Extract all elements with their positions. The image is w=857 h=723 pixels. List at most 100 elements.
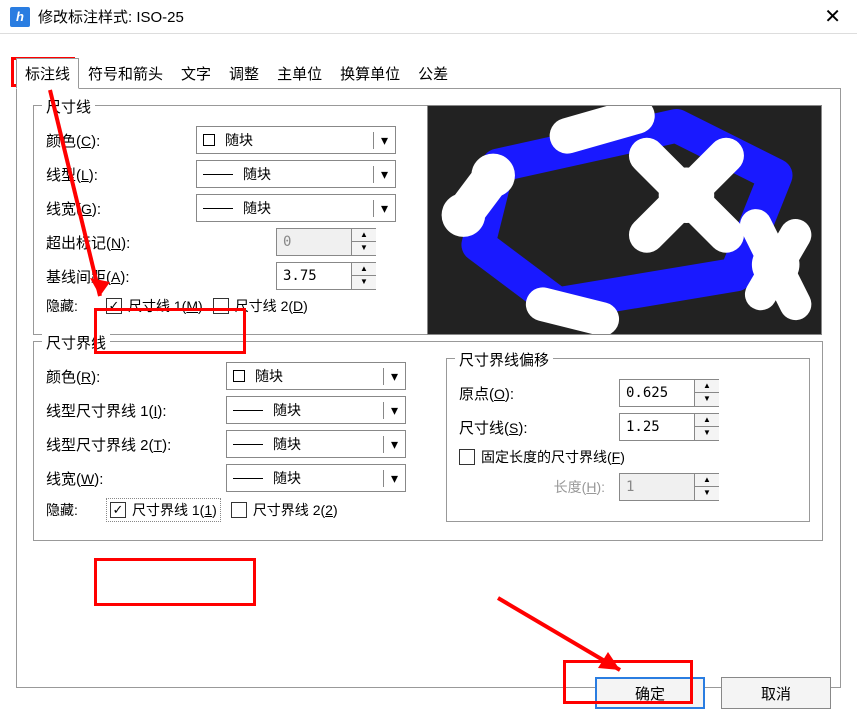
- tab-text[interactable]: 文字: [172, 58, 220, 89]
- spinner-origin-input[interactable]: [620, 380, 694, 406]
- checkbox-extline1[interactable]: 尺寸界线 1(1): [106, 498, 221, 522]
- combo-linetype[interactable]: 随块 ▾: [196, 160, 396, 188]
- checkbox-extline2-label: 尺寸界线 2(2): [253, 500, 338, 520]
- down-icon: ▼: [695, 487, 719, 500]
- combo-extlw[interactable]: 随块 ▾: [226, 464, 406, 492]
- line-icon: [233, 410, 263, 411]
- line-icon: [233, 478, 263, 479]
- combo-extcolor-text: 随块: [251, 366, 383, 386]
- down-icon[interactable]: ▼: [695, 427, 719, 440]
- app-icon: h: [10, 7, 30, 27]
- tab-adjust[interactable]: 调整: [220, 58, 268, 89]
- line-icon: [233, 444, 263, 445]
- titlebar: h 修改标注样式: ISO-25 ✕: [0, 0, 857, 34]
- label-extlt1: 线型尺寸界线 1(I):: [46, 400, 226, 421]
- label-extcolor: 颜色(R):: [46, 366, 226, 387]
- up-icon: ▲: [352, 229, 376, 242]
- checkbox-dimline2[interactable]: 尺寸线 2(D): [213, 296, 308, 316]
- group-offset: 尺寸界线偏移 原点(O): ▲▼ 尺寸线(S): ▲▼: [446, 358, 810, 522]
- combo-extlt1-text: 随块: [269, 400, 383, 420]
- combo-lineweight-text: 随块: [239, 198, 373, 218]
- label-dimline-off: 尺寸线(S):: [459, 417, 619, 438]
- cancel-button[interactable]: 取消: [721, 677, 831, 709]
- tab-symbols[interactable]: 符号和箭头: [79, 58, 172, 89]
- preview-pane: [427, 105, 822, 335]
- label-lineweight: 线宽(G):: [46, 198, 196, 219]
- combo-extlt2-text: 随块: [269, 434, 383, 454]
- checkbox-dimline1[interactable]: 尺寸线 1(M): [106, 296, 203, 316]
- spinner-baseline-input[interactable]: [277, 263, 351, 289]
- legend-extline: 尺寸界线: [42, 332, 110, 353]
- footer: 确定 取消: [595, 677, 831, 709]
- spinner-extend: ▲▼: [276, 228, 376, 256]
- combo-extlt1[interactable]: 随块 ▾: [226, 396, 406, 424]
- label-extend: 超出标记(N):: [46, 232, 196, 253]
- checkbox-icon: [106, 298, 122, 314]
- down-icon: ▼: [352, 242, 376, 255]
- checkbox-extline2[interactable]: 尺寸界线 2(2): [231, 500, 338, 520]
- chevron-down-icon: ▾: [383, 470, 405, 487]
- spinner-dimline-off[interactable]: ▲▼: [619, 413, 719, 441]
- ok-button[interactable]: 确定: [595, 677, 705, 709]
- window-title: 修改标注样式: ISO-25: [38, 6, 818, 27]
- up-icon[interactable]: ▲: [695, 414, 719, 427]
- spinner-length-input: [620, 474, 694, 500]
- legend-offset: 尺寸界线偏移: [455, 349, 553, 370]
- checkbox-extline1-label: 尺寸界线 1(1): [132, 500, 217, 520]
- checkbox-icon: [231, 502, 247, 518]
- label-hide: 隐藏:: [46, 296, 106, 316]
- close-icon[interactable]: ✕: [818, 4, 847, 29]
- combo-extlt2[interactable]: 随块 ▾: [226, 430, 406, 458]
- label-length: 长度(H):: [459, 477, 619, 497]
- label-extlw: 线宽(W):: [46, 468, 226, 489]
- label-linetype: 线型(L):: [46, 164, 196, 185]
- spinner-origin[interactable]: ▲▼: [619, 379, 719, 407]
- spinner-length: ▲▼: [619, 473, 719, 501]
- combo-extcolor[interactable]: 随块 ▾: [226, 362, 406, 390]
- tab-primary[interactable]: 主单位: [268, 58, 331, 89]
- checkbox-fixed[interactable]: 固定长度的尺寸界线(F): [459, 447, 625, 467]
- combo-linetype-text: 随块: [239, 164, 373, 184]
- combo-color-text: 随块: [221, 130, 373, 150]
- line-icon: [203, 208, 233, 209]
- group-extline: 尺寸界线 颜色(R): 随块 ▾ 线型尺寸界线 1(I): 随块 ▾ 线型尺: [33, 341, 823, 541]
- up-icon: ▲: [695, 474, 719, 487]
- tab-tol[interactable]: 公差: [409, 58, 457, 89]
- legend-dimline: 尺寸线: [42, 96, 95, 117]
- chevron-down-icon: ▾: [373, 200, 395, 217]
- label-exthide: 隐藏:: [46, 500, 106, 520]
- spinner-baseline[interactable]: ▲▼: [276, 262, 376, 290]
- panel: 尺寸线 颜色(C): 随块 ▾ 线型(L): 随块 ▾ 线宽(G): 随块 ▾: [16, 88, 841, 688]
- checkbox-dimline2-label: 尺寸线 2(D): [235, 296, 308, 316]
- swatch-icon: [203, 134, 215, 146]
- up-icon[interactable]: ▲: [695, 380, 719, 393]
- label-color: 颜色(C):: [46, 130, 196, 151]
- label-extlt2: 线型尺寸界线 2(T):: [46, 434, 226, 455]
- checkbox-dimline1-label: 尺寸线 1(M): [128, 296, 203, 316]
- down-icon[interactable]: ▼: [695, 393, 719, 406]
- chevron-down-icon: ▾: [383, 436, 405, 453]
- spinner-dimline-off-input[interactable]: [620, 414, 694, 440]
- tab-dimline[interactable]: 标注线: [16, 58, 79, 89]
- checkbox-icon: [459, 449, 475, 465]
- line-icon: [203, 174, 233, 175]
- combo-extlw-text: 随块: [269, 468, 383, 488]
- swatch-icon: [233, 370, 245, 382]
- down-icon[interactable]: ▼: [352, 276, 376, 289]
- chevron-down-icon: ▾: [383, 402, 405, 419]
- chevron-down-icon: ▾: [373, 166, 395, 183]
- checkbox-icon: [213, 298, 229, 314]
- up-icon[interactable]: ▲: [352, 263, 376, 276]
- label-origin: 原点(O):: [459, 383, 619, 404]
- tabs: 标注线 符号和箭头 文字 调整 主单位 换算单位 公差: [16, 58, 857, 89]
- checkbox-icon: [110, 502, 126, 518]
- tab-alt[interactable]: 换算单位: [331, 58, 409, 89]
- label-baseline: 基线间距(A):: [46, 266, 196, 287]
- chevron-down-icon: ▾: [383, 368, 405, 385]
- combo-color[interactable]: 随块 ▾: [196, 126, 396, 154]
- group-dimline: 尺寸线 颜色(C): 随块 ▾ 线型(L): 随块 ▾ 线宽(G): 随块 ▾: [33, 105, 431, 335]
- checkbox-fixed-label: 固定长度的尺寸界线(F): [481, 447, 625, 467]
- spinner-extend-input: [277, 229, 351, 255]
- combo-lineweight[interactable]: 随块 ▾: [196, 194, 396, 222]
- chevron-down-icon: ▾: [373, 132, 395, 149]
